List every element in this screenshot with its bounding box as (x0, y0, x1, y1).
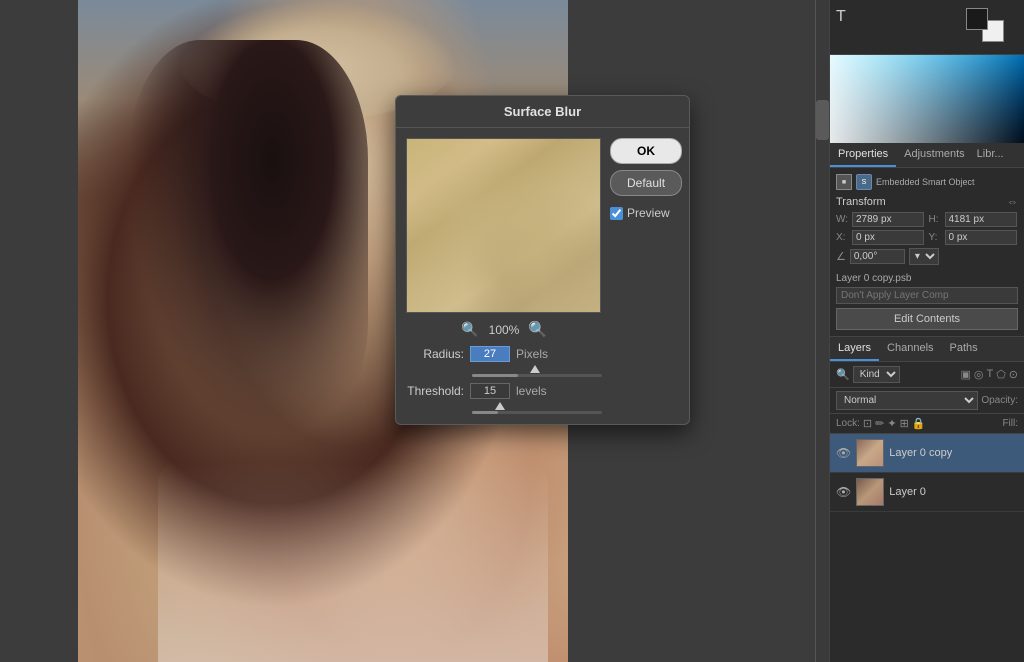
surface-blur-dialog: Surface Blur 🔍 100 (395, 95, 690, 425)
lock-paint-icon[interactable]: ✏ (875, 417, 884, 430)
foreground-swatch[interactable] (966, 8, 988, 30)
threshold-input[interactable] (470, 383, 510, 399)
smart-object-icon: S (856, 174, 872, 190)
dialog-title: Surface Blur (396, 96, 689, 128)
color-swatches-area: T (830, 0, 1024, 55)
smart-object-row: ■ S Embedded Smart Object (836, 174, 1018, 190)
angle-icon: ∠ (836, 250, 846, 263)
adjust-filter-icon[interactable]: ◎ (974, 368, 984, 381)
radius-input[interactable] (470, 346, 510, 362)
pixel-filter-icon[interactable]: ▣ (960, 368, 970, 381)
smart-object-label: Embedded Smart Object (876, 177, 1018, 187)
zoom-level: 100% (489, 323, 520, 337)
layer-0-name: Layer 0 (889, 486, 1018, 498)
filename-row: Layer 0 copy.psb (836, 270, 1018, 284)
layers-panel: Layers Channels Paths 🔍 Kind ▣ ◎ T ⬠ ⊙ (830, 337, 1024, 662)
preview-checkbox[interactable] (610, 207, 623, 220)
threshold-unit: levels (516, 384, 547, 398)
radius-row: Radius: Pixels (406, 346, 602, 362)
blend-select[interactable]: Normal (836, 391, 978, 410)
tab-properties[interactable]: Properties (830, 143, 896, 167)
zoom-row: 🔍 100% 🔍 (406, 321, 602, 338)
fill-label: Fill: (1002, 418, 1018, 429)
dialog-preview (406, 138, 601, 313)
lock-label: Lock: (836, 418, 860, 429)
x-field: X: (836, 230, 926, 245)
search-icon: 🔍 (836, 368, 850, 381)
angle-dropdown[interactable]: ▾ (909, 248, 939, 265)
lock-position-icon[interactable]: ✦ (887, 417, 896, 430)
threshold-label: Threshold: (406, 384, 464, 398)
transform-section: Transform ⇔ W: H: X: (836, 196, 1018, 265)
blend-mode-row: Normal Opacity: (830, 388, 1024, 414)
layer-comp-input[interactable] (836, 287, 1018, 304)
x-input[interactable] (852, 230, 924, 245)
color-picker-area[interactable] (830, 55, 1024, 143)
height-field: H: (929, 212, 1019, 227)
threshold-slider-area[interactable] (472, 402, 602, 414)
zoom-in-icon[interactable]: 🔍 (528, 320, 547, 339)
layers-list: 👁 Layer 0 copy 👁 Layer 0 (830, 434, 1024, 662)
threshold-row: Threshold: levels (406, 383, 602, 399)
radius-slider-area[interactable] (472, 365, 602, 377)
x-label: X: (836, 232, 850, 243)
canvas-area: Surface Blur 🔍 100 (0, 0, 829, 662)
h-label: H: (929, 214, 943, 225)
default-button[interactable]: Default (610, 170, 682, 196)
opacity-label: Opacity: (981, 395, 1018, 406)
layer-comp-row (836, 287, 1018, 304)
y-label: Y: (929, 232, 943, 243)
lock-row: Lock: ⊡ ✏ ✦ ⊞ 🔒 Fill: (830, 414, 1024, 434)
h-input[interactable] (945, 212, 1017, 227)
y-input[interactable] (945, 230, 1017, 245)
lock-transparent-icon[interactable]: ⊡ (863, 417, 872, 430)
eye-icon-0[interactable]: 👁 (836, 485, 851, 499)
text-tool-icon: T (836, 6, 846, 26)
layers-search-row: 🔍 Kind ▣ ◎ T ⬠ ⊙ (830, 362, 1024, 388)
layer-item-0[interactable]: 👁 Layer 0 (830, 473, 1024, 512)
angle-input[interactable] (850, 249, 905, 264)
radius-label: Radius: (406, 347, 464, 361)
smart-filter-icon[interactable]: ⊙ (1009, 368, 1018, 381)
layer-thumb-0 (856, 478, 884, 506)
zoom-out-icon[interactable]: 🔍 (461, 321, 478, 338)
layer-icon: ■ (836, 174, 852, 190)
preview-label: Preview (627, 206, 670, 220)
layer-thumb-0-copy (856, 439, 884, 467)
ok-button[interactable]: OK (610, 138, 682, 164)
radius-unit: Pixels (516, 347, 548, 361)
edit-contents-button[interactable]: Edit Contents (836, 308, 1018, 330)
lock-all-icon[interactable]: 🔒 (912, 417, 926, 430)
filename-label: Layer 0 copy.psb (836, 273, 911, 284)
tab-adjustments[interactable]: Adjustments (896, 143, 973, 167)
shape-filter-icon[interactable]: ⬠ (996, 368, 1006, 381)
layer-0-copy-name: Layer 0 copy (889, 447, 1018, 459)
tab-channels[interactable]: Channels (879, 337, 941, 361)
width-field: W: (836, 212, 926, 227)
layer-item-0-copy[interactable]: 👁 Layer 0 copy (830, 434, 1024, 473)
w-label: W: (836, 214, 850, 225)
lock-artboard-icon[interactable]: ⊞ (900, 417, 909, 430)
angle-row: ∠ ▾ (836, 248, 1018, 265)
layers-tabs: Layers Channels Paths (830, 337, 1024, 362)
eye-icon-0-copy[interactable]: 👁 (836, 446, 851, 460)
tab-layers[interactable]: Layers (830, 337, 879, 361)
vertical-scrollbar[interactable] (815, 0, 829, 662)
kind-select[interactable]: Kind (853, 366, 900, 383)
y-field: Y: (929, 230, 1019, 245)
w-input[interactable] (852, 212, 924, 227)
type-filter-icon[interactable]: T (986, 368, 993, 381)
tab-paths[interactable]: Paths (942, 337, 986, 361)
tab-library[interactable]: Libr... (973, 143, 1008, 167)
transform-label: Transform (836, 196, 886, 208)
properties-tabs: Properties Adjustments Libr... (830, 143, 1024, 168)
properties-content: ■ S Embedded Smart Object Transform ⇔ W:… (830, 168, 1024, 337)
right-panel: T Properties Adjustments Libr... ■ S Emb… (829, 0, 1024, 662)
preview-checkbox-row: Preview (610, 206, 682, 220)
transform-icon: ⇔ (1007, 196, 1018, 208)
